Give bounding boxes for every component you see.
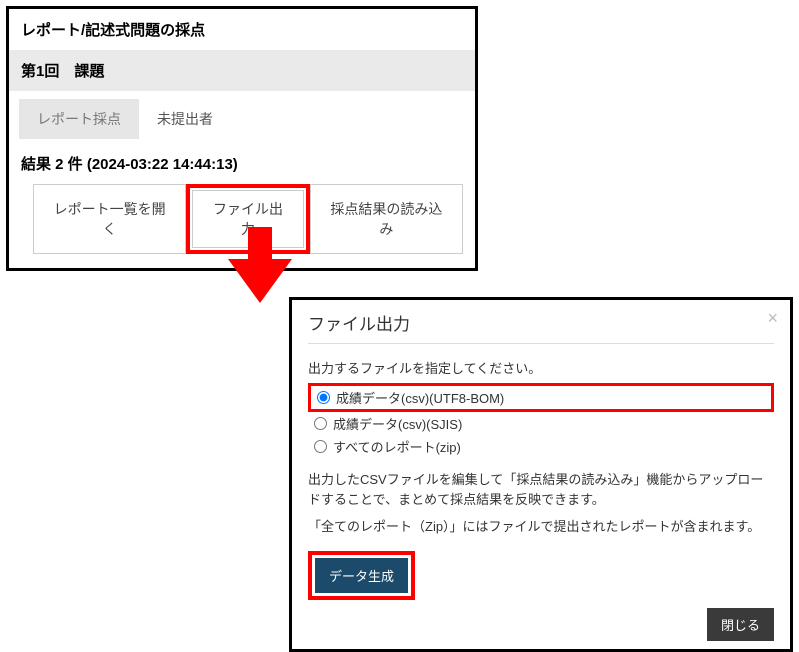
modal-title: ファイル出力 (308, 310, 774, 344)
radio-sjis-label[interactable]: 成績データ(csv)(SJIS) (333, 414, 462, 433)
open-report-list-button[interactable]: レポート一覧を開く (33, 184, 186, 254)
radio-utf8-label[interactable]: 成績データ(csv)(UTF8-BOM) (336, 388, 504, 407)
radio-zip[interactable] (314, 440, 327, 453)
file-output-modal: × ファイル出力 出力するファイルを指定してください。 成績データ(csv)(U… (289, 297, 793, 652)
radio-utf8[interactable] (317, 391, 330, 404)
results-count-label: 結果 2 件 (2024-03:22 14:44:13) (21, 153, 463, 174)
close-button[interactable]: 閉じる (707, 608, 774, 641)
option-utf8-row: 成績データ(csv)(UTF8-BOM) (308, 383, 774, 412)
highlight-generate: データ生成 (308, 551, 415, 600)
option-sjis-row: 成績データ(csv)(SJIS) (308, 412, 774, 435)
import-results-button[interactable]: 採点結果の読み込み (310, 184, 463, 254)
close-icon[interactable]: × (767, 308, 778, 329)
modal-instruction: 出力するファイルを指定してください。 (308, 358, 774, 377)
radio-zip-label[interactable]: すべてのレポート(zip) (333, 437, 461, 456)
modal-paragraph-1: 出力したCSVファイルを編集して「採点結果の読み込み」機能からアップロードするこ… (308, 470, 774, 509)
option-zip-row: すべてのレポート(zip) (308, 435, 774, 458)
tab-not-submitted[interactable]: 未提出者 (139, 99, 231, 139)
panel-title: レポート/記述式問題の採点 (9, 9, 475, 50)
red-arrow-icon (220, 227, 300, 307)
tab-bar: レポート採点 未提出者 (9, 91, 475, 139)
generate-data-button[interactable]: データ生成 (315, 558, 408, 593)
radio-sjis[interactable] (314, 417, 327, 430)
modal-body: 出力するファイルを指定してください。 成績データ(csv)(UTF8-BOM) … (308, 344, 774, 600)
modal-footer: 閉じる (308, 608, 774, 641)
output-options-group: 成績データ(csv)(UTF8-BOM) 成績データ(csv)(SJIS) すべ… (308, 383, 774, 458)
tab-report-grading[interactable]: レポート採点 (19, 99, 139, 139)
modal-paragraph-2: 「全てのレポート（Zip）」にはファイルで提出されたレポートが含まれます。 (308, 517, 774, 537)
assignment-title: 第1回 課題 (9, 50, 475, 91)
